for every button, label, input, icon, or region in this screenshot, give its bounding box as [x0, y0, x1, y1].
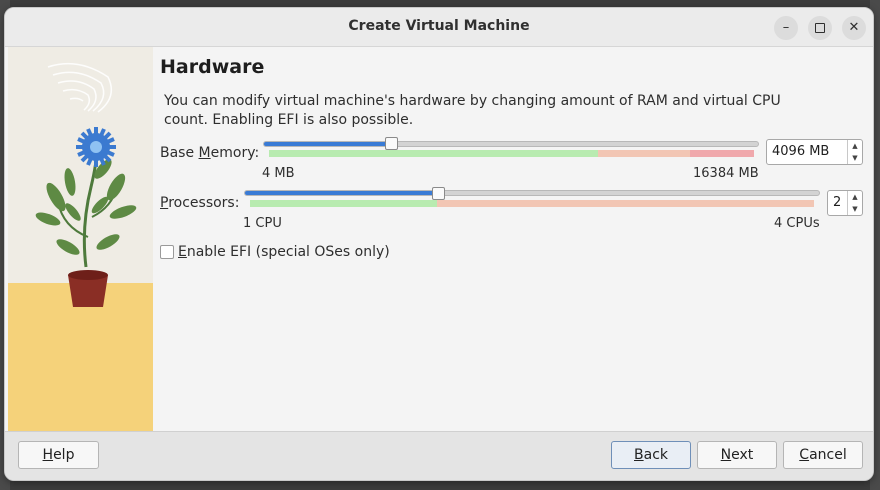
processors-zone-ok — [250, 200, 437, 207]
cancel-button[interactable]: Cancel — [783, 441, 863, 469]
processors-slider[interactable] — [244, 190, 820, 196]
create-vm-dialog: Create Virtual Machine – ✕ Hardware You … — [4, 7, 874, 481]
next-button[interactable]: Next — [697, 441, 777, 469]
base-memory-value[interactable]: 4096 MB — [772, 144, 829, 159]
processors-slider-fill — [245, 191, 435, 195]
sidebar-illustration — [8, 47, 153, 431]
page-description: You can modify virtual machine's hardwar… — [164, 93, 781, 128]
window-title: Create Virtual Machine — [348, 18, 530, 34]
memory-zone-ok — [269, 150, 598, 157]
maximize-button[interactable] — [808, 16, 832, 40]
base-memory-spin-buttons: ▲ ▼ — [847, 140, 862, 164]
maximize-icon — [815, 22, 825, 33]
processors-spinbox[interactable]: 2 ▲ ▼ — [827, 190, 863, 216]
back-button[interactable]: Back — [611, 441, 691, 469]
processors-label: Processors: — [160, 195, 240, 211]
processors-spin-buttons: ▲ ▼ — [847, 191, 862, 215]
minimize-button[interactable]: – — [774, 16, 798, 40]
help-button[interactable]: Help — [18, 441, 99, 469]
processors-slider-handle[interactable] — [432, 187, 445, 200]
page-heading: Hardware — [160, 56, 265, 78]
processors-min-label: 1 CPU — [243, 216, 282, 231]
memory-zone-warn — [598, 150, 690, 157]
processors-increment-icon[interactable]: ▲ — [848, 191, 862, 203]
enable-efi-label[interactable]: Enable EFI (special OSes only) — [178, 244, 390, 260]
base-memory-decrement-icon[interactable]: ▼ — [848, 152, 862, 164]
memory-zone-bad — [690, 150, 754, 157]
processors-value[interactable]: 2 — [833, 195, 841, 210]
base-memory-label: Base Memory: — [160, 145, 260, 161]
memory-min-label: 4 MB — [262, 166, 295, 181]
processors-zone-warn — [437, 200, 814, 207]
memory-max-label: 16384 MB — [693, 166, 759, 181]
base-memory-slider-handle[interactable] — [385, 137, 398, 150]
base-memory-increment-icon[interactable]: ▲ — [848, 140, 862, 152]
base-memory-slider[interactable] — [263, 141, 759, 147]
title-bar[interactable]: Create Virtual Machine – ✕ — [5, 8, 873, 47]
close-icon: ✕ — [848, 20, 860, 35]
enable-efi-checkbox[interactable] — [160, 245, 174, 259]
base-memory-slider-fill — [264, 142, 391, 146]
close-button[interactable]: ✕ — [842, 16, 866, 40]
base-memory-spinbox[interactable]: 4096 MB ▲ ▼ — [766, 139, 863, 165]
minimize-icon: – — [782, 20, 790, 35]
dialog-button-bar: Help Back Next Cancel — [5, 431, 873, 480]
processors-decrement-icon[interactable]: ▼ — [848, 203, 862, 215]
processors-max-label: 4 CPUs — [774, 216, 820, 231]
